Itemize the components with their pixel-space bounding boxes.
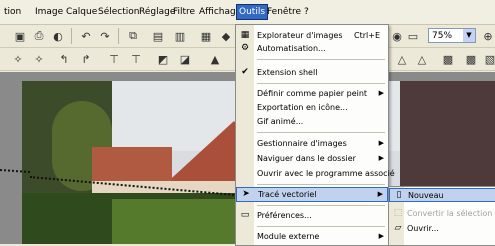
- image-browser-icon: ▦: [240, 30, 250, 40]
- flip-h-icon[interactable]: ⊤: [106, 51, 122, 67]
- menu-item-trace-vectoriel[interactable]: ➤ Tracé vectoriel ▶: [236, 187, 388, 202]
- menu-item-preferences[interactable]: ▭ Préférences...: [236, 209, 388, 222]
- vector-arrow-icon: ➤: [242, 189, 250, 199]
- menu-item-extension-shell[interactable]: ✔ Extension shell: [236, 66, 388, 79]
- levels-icon[interactable]: ▲: [207, 51, 223, 67]
- submenu-item-convertir: ⬚ Convertir la sélection: [393, 208, 493, 218]
- submenu-arrow-icon: ▶: [378, 154, 384, 162]
- scan-icon[interactable]: ◐: [50, 28, 66, 44]
- redo-icon[interactable]: ↷: [97, 28, 113, 44]
- menu-item-ouvrir-avec[interactable]: Ouvrir avec le programme associé: [236, 167, 395, 180]
- contrast-icon[interactable]: ◪: [177, 51, 193, 67]
- menu-help[interactable]: ?: [302, 6, 311, 18]
- redeye-icon[interactable]: ◉: [389, 28, 405, 44]
- menu-item-papier-peint[interactable]: Définir comme papier peint ▶: [236, 87, 388, 100]
- copy-icon[interactable]: ⧉: [125, 28, 141, 44]
- menu-item-gif-anime[interactable]: Gif animé...: [236, 115, 388, 128]
- zoom-icon[interactable]: ⊕: [480, 28, 495, 44]
- menu-item-naviguer[interactable]: Naviguer dans le dossier ▶: [236, 152, 388, 165]
- new-document-icon: ▯: [396, 190, 402, 200]
- open-icon[interactable]: ▣: [12, 28, 28, 44]
- menu-image[interactable]: Image: [33, 6, 65, 18]
- menu-item-automatisation[interactable]: ⚙ Automatisation...: [236, 42, 388, 55]
- menu-calque[interactable]: Calque: [64, 6, 99, 18]
- select-add-icon[interactable]: ✧: [10, 51, 26, 67]
- outils-dropdown: ▦ Explorateur d'images Ctrl+E ⚙ Automati…: [235, 24, 395, 246]
- rotate-left-icon[interactable]: ↰: [56, 51, 72, 67]
- submenu-item-nouveau[interactable]: ▯ Nouveau: [389, 188, 495, 202]
- menu-item-gestionnaire[interactable]: Gestionnaire d'images ▶: [236, 137, 388, 150]
- window-icon[interactable]: ▭: [405, 28, 421, 44]
- menu-selection[interactable]: Sélection: [96, 6, 141, 18]
- menu-item-module-externe[interactable]: Module externe ▶: [236, 230, 388, 243]
- rotate-right-icon[interactable]: ↱: [78, 51, 94, 67]
- automation-icon: ⚙: [240, 43, 250, 53]
- menu-bar: tion Image Calque Sélection Réglage Filt…: [0, 0, 495, 25]
- flip-v-icon[interactable]: ⊤: [128, 51, 144, 67]
- color-icon[interactable]: ◆: [218, 28, 234, 44]
- filter-icon[interactable]: ▩: [440, 51, 456, 67]
- vector-submenu: ▯ Nouveau ⬚ Convertir la sélection ▱ Ouv…: [388, 186, 495, 246]
- submenu-arrow-icon: ▶: [378, 89, 384, 97]
- paste-new-icon[interactable]: ▥: [172, 28, 188, 44]
- submenu-item-ouvrir[interactable]: ▱ Ouvrir...: [389, 222, 495, 235]
- open-folder-icon: ▱: [394, 223, 402, 233]
- menu-fenetre[interactable]: Fenêtre: [265, 6, 303, 18]
- select-sub-icon[interactable]: ✧: [31, 51, 47, 67]
- submenu-arrow-icon: ▶: [378, 139, 384, 147]
- preferences-icon: ▭: [240, 210, 250, 220]
- menu-filtre[interactable]: Filtre: [171, 6, 197, 18]
- chevron-down-icon[interactable]: ▼: [463, 29, 475, 42]
- undo-icon[interactable]: ↶: [78, 28, 94, 44]
- zoom-value: 75%: [432, 31, 453, 41]
- menu-item-exportation-icone[interactable]: Exportation en icône...: [236, 101, 388, 114]
- zoom-select[interactable]: 75% ▼: [428, 28, 476, 43]
- submenu-arrow-icon: ▶: [377, 190, 383, 198]
- crop-icon[interactable]: ▦: [198, 28, 214, 44]
- convert-selection-icon: ⬚: [393, 208, 403, 218]
- brightness-icon[interactable]: ◩: [155, 51, 171, 67]
- paste-icon[interactable]: ▤: [150, 28, 166, 44]
- menu-fichier-partial[interactable]: tion: [2, 6, 23, 18]
- blur-icon[interactable]: △: [414, 51, 430, 67]
- sharpen-icon[interactable]: △: [394, 51, 410, 67]
- effect-icon[interactable]: ▩: [463, 51, 479, 67]
- checkmark-icon: ✔: [241, 67, 249, 77]
- menu-outils[interactable]: Outils: [236, 4, 269, 20]
- menu-item-explorateur[interactable]: ▦ Explorateur d'images Ctrl+E: [236, 29, 388, 42]
- submenu-arrow-icon: ▶: [378, 232, 384, 240]
- print-icon[interactable]: ⎙: [31, 28, 47, 44]
- frame-icon[interactable]: ▧: [482, 51, 495, 67]
